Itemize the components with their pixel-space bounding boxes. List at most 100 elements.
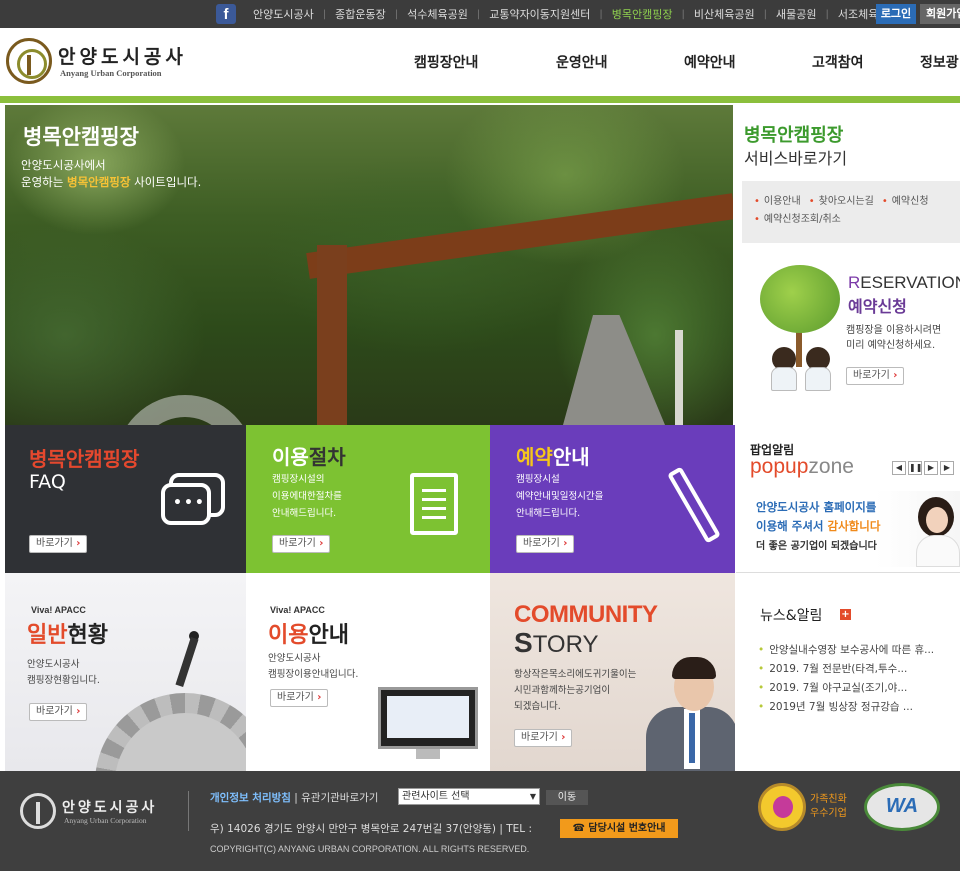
popup-next-button[interactable]: ▶ — [924, 461, 938, 475]
general-viva: Viva! APACC — [31, 605, 86, 615]
news-item[interactable]: 2019. 7월 전문반(타격,투수... — [758, 660, 934, 679]
service-link-usage[interactable]: 이용안내 — [754, 196, 801, 207]
logo-subtext: Anyang Urban Corporation — [60, 68, 162, 78]
reservation-info-go-button[interactable]: 바로가기 — [516, 535, 575, 553]
logo-icon[interactable] — [6, 38, 52, 84]
top-link-seoksu[interactable]: 석수체육공원 — [398, 6, 477, 22]
join-button[interactable]: 회원가입 — [920, 4, 960, 24]
community-description: 항상작은목소리에도귀기울이는 시민과함께하는공기업이 되겠습니다. — [514, 669, 637, 712]
service-link-lookup[interactable]: 예약신청조회/취소 — [754, 214, 841, 225]
general-description: 안양도시공사 캠핑장현황입니다. — [27, 659, 100, 686]
procedure-description: 캠핑장시설의 이용에대한절차를 안내해드립니다. — [272, 474, 342, 519]
facebook-icon[interactable]: f — [216, 4, 236, 24]
faq-go-button[interactable]: 바로가기 — [29, 535, 88, 553]
popup-zone-title: popupzone — [750, 455, 854, 478]
gear-image — [95, 693, 246, 771]
child-body — [805, 367, 831, 391]
procedure-go-button[interactable]: 바로가기 — [272, 535, 331, 553]
nav-reservation[interactable]: 예약안내 — [684, 52, 736, 72]
news-item[interactable]: 2019년 7월 빙상장 정규강습 ... — [758, 698, 934, 717]
news-more-icon[interactable]: + — [840, 609, 851, 620]
family-site-links: 안양도시공사 | 종합운동장 | 석수체육공원 | 교통약자이동지원센터 | 병목안캠핑… — [244, 0, 908, 28]
top-link-saemul[interactable]: 새물공원 — [767, 6, 825, 22]
service-link-box: 이용안내 찾아오시는길 예약신청 예약신청조회/취소 — [742, 181, 960, 243]
staff-face — [926, 507, 948, 533]
usage-go-button[interactable]: 바로가기 — [270, 689, 329, 707]
reservation-go-button[interactable]: 바로가기 — [846, 367, 905, 385]
gate-post-image — [317, 245, 347, 425]
procedure-title: 이용절차 — [272, 445, 346, 469]
tree-trunk — [796, 327, 802, 367]
monitor-stand — [416, 749, 440, 759]
lamp-pole-image — [675, 330, 683, 425]
reservation-info-description: 캠핑장시설 예약안내및일정시간을 안내해드립니다. — [516, 474, 604, 519]
related-site-select[interactable]: 관련사이트 선택 — [398, 788, 540, 805]
footer-links: 개인정보 처리방침 | 유관기관바로가기 — [210, 790, 378, 805]
hero-photo: 병목안캠핑장 안양도시공사에서 운영하는 병목안캠핑장 사이트입니다. — [5, 105, 733, 425]
community-title: COMMUNITY — [514, 601, 658, 628]
logo-text[interactable]: 안양도시공사 — [58, 42, 187, 69]
faq-tile[interactable]: 병목안캠핑장 FAQ ••• 바로가기 — [5, 425, 246, 573]
banner-line2: 이용해 주셔서 감사합니다 — [756, 519, 881, 533]
footer-logo-text: 안양도시공사 — [62, 800, 158, 816]
staff-body — [916, 535, 960, 567]
privacy-policy-link[interactable]: 개인정보 처리방침 — [210, 792, 291, 804]
nav-operation[interactable]: 운영안내 — [556, 52, 608, 72]
news-item[interactable]: 2019. 7월 야구교실(조기,야... — [758, 679, 934, 698]
nav-camping-info[interactable]: 캠핑장안내 — [414, 52, 478, 72]
child-body — [771, 367, 797, 391]
footer-divider — [188, 791, 189, 831]
usage-tile[interactable]: Viva! APACC 이용안내 안양도시공사 캠핑장이용안내입니다. 바로가기 — [246, 573, 490, 771]
service-link-directions[interactable]: 찾아오시는길 — [809, 196, 874, 207]
service-link-reserve[interactable]: 예약신청 — [882, 196, 929, 207]
reservation-info-title: 예약안내 — [516, 445, 590, 469]
nav-customer[interactable]: 고객참여 — [812, 52, 864, 72]
news-panel: 뉴스&알림 + 안양실내수영장 보수공사에 따른 휴... 2019. 7월 전… — [736, 573, 960, 771]
top-link-anyang[interactable]: 안양도시공사 — [244, 6, 323, 22]
footer-copyright: COPYRIGHT(C) ANYANG URBAN CORPORATION. A… — [210, 844, 530, 854]
top-link-bisan[interactable]: 비산체육공원 — [685, 6, 764, 22]
reservation-description: 캠핑장을 이용하시려면 미리 예약신청하세요. — [846, 325, 942, 351]
web-accessibility-cert-icon: WA — [864, 783, 940, 831]
tree-icon — [760, 265, 840, 333]
news-item[interactable]: 안양실내수영장 보수공사에 따른 휴... — [758, 641, 934, 660]
popup-prev-button[interactable]: ◀ — [892, 461, 906, 475]
facility-phone-button[interactable]: ☎ 담당시설 번호안내 — [560, 819, 678, 838]
site-footer: 안양도시공사 Anyang Urban Corporation 개인정보 처리방… — [0, 771, 960, 871]
man-hair — [672, 657, 716, 679]
popup-play-button[interactable]: ▶ — [940, 461, 954, 475]
popup-banner[interactable]: 안양도시공사 홈페이지를 이용해 주셔서 감사합니다 더 좋은 공기업이 되겠습… — [750, 491, 960, 567]
nav-info[interactable]: 정보광 — [920, 52, 959, 72]
reservation-tile[interactable]: 예약안내 캠핑장시설 예약안내및일정시간을 안내해드립니다. 바로가기 — [490, 425, 735, 573]
runner-image — [175, 636, 199, 688]
site-header: 안양도시공사 Anyang Urban Corporation 캠핑장안내 운영… — [0, 28, 960, 96]
faq-title: 병목안캠핑장 — [29, 447, 140, 471]
related-sites-label: | 유관기관바로가기 — [290, 792, 379, 804]
community-go-button[interactable]: 바로가기 — [514, 729, 573, 747]
family-friendly-cert-icon — [758, 783, 806, 831]
related-site-go-button[interactable]: 이동 — [546, 790, 588, 805]
hero-title: 병목안캠핑장 — [23, 125, 139, 149]
document-icon — [410, 473, 458, 535]
service-title: 병목안캠핑장 — [744, 125, 844, 146]
usage-description: 안양도시공사 캠핑장이용안내입니다. — [268, 653, 359, 680]
man-tie — [689, 713, 695, 763]
news-list: 안양실내수영장 보수공사에 따른 휴... 2019. 7월 전문반(타격,투수… — [758, 641, 934, 717]
top-link-camping[interactable]: 병목안캠핑장 — [603, 6, 682, 22]
top-utility-bar: f 안양도시공사 | 종합운동장 | 석수체육공원 | 교통약자이동지원센터 | 병목안… — [0, 0, 960, 28]
procedure-tile[interactable]: 이용절차 캠핑장시설의 이용에대한절차를 안내해드립니다. 바로가기 — [246, 425, 490, 573]
login-button[interactable]: 로그인 — [876, 4, 916, 24]
header-divider — [0, 96, 960, 103]
family-friendly-cert-label: 가족친화 우수기업 — [810, 794, 847, 819]
monitor-image — [378, 687, 478, 749]
general-go-button[interactable]: 바로가기 — [29, 703, 88, 721]
general-status-tile[interactable]: Viva! APACC 일반현황 안양도시공사 캠핑장현황입니다. 바로가기 — [5, 573, 246, 771]
news-title: 뉴스&알림 — [760, 608, 823, 624]
popup-pause-button[interactable]: ❚❚ — [908, 461, 922, 475]
community-tile[interactable]: COMMUNITY STORY 항상작은목소리에도귀기울이는 시민과함께하는공기… — [490, 573, 735, 771]
community-subtitle: STORY — [514, 627, 599, 658]
top-link-transport[interactable]: 교통약자이동지원센터 — [480, 6, 599, 22]
service-shortcuts: 병목안캠핑장 서비스바로가기 이용안내찾아오시는길예약신청 예약신청조회/취소 … — [736, 105, 960, 425]
top-link-stadium[interactable]: 종합운동장 — [326, 6, 395, 22]
footer-logo-icon — [20, 793, 56, 829]
